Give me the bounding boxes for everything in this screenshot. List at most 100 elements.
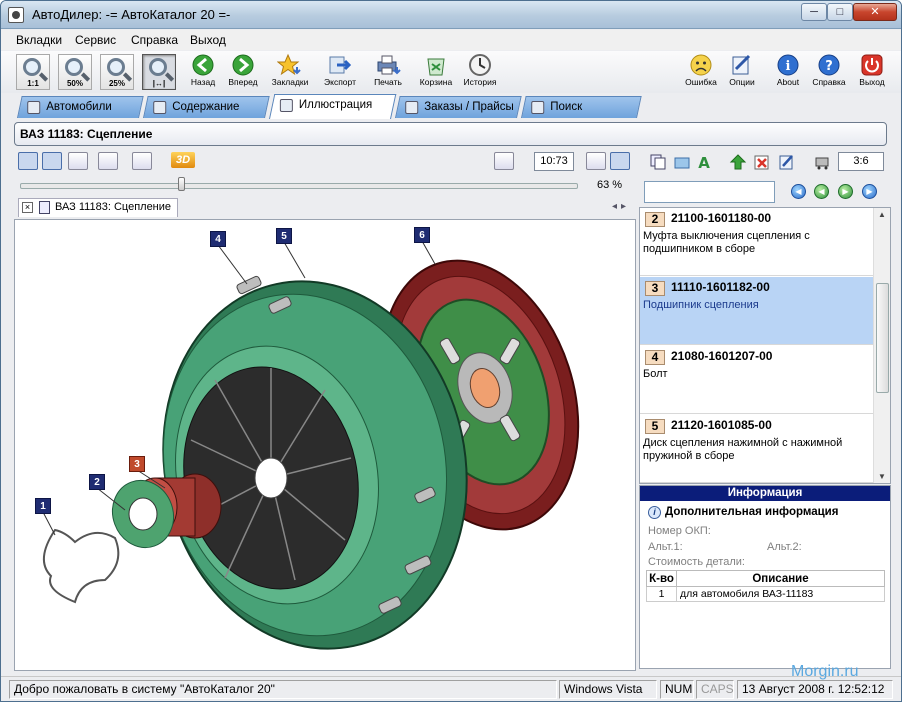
first-page-icon[interactable]: ◀ (791, 184, 806, 199)
tab-contents[interactable]: Содержание (143, 96, 270, 118)
menu-bar: Вкладки Сервис Справка Выход (1, 30, 901, 50)
part-item[interactable]: 2 21100-1601180-00 Муфта выключения сцеп… (640, 208, 873, 276)
sad-face-icon (690, 54, 712, 76)
folder-icon[interactable] (673, 153, 691, 171)
screenshot-icon[interactable] (132, 152, 152, 170)
doc-tab[interactable]: × ВАЗ 11183: Сцепление (18, 198, 178, 217)
zoom-1-1-button[interactable]: 1:1 (16, 54, 50, 90)
forward-button[interactable]: Вперед (222, 53, 264, 91)
callout-5[interactable]: 5 (276, 228, 292, 244)
app-window: АвтоДилер: -= АвтоКаталог 20 =- ─ □ ✕ Вк… (0, 0, 902, 702)
power-icon (861, 54, 883, 76)
description-header: Описание (676, 570, 885, 587)
zoom-fit-button[interactable]: |↔| (142, 54, 176, 90)
part-item-selected[interactable]: 3 11110-1601182-00 Подшипник сцепления (640, 277, 873, 345)
close-button[interactable]: ✕ (853, 3, 897, 21)
illustration-icon (279, 99, 293, 112)
status-num: NUM (660, 680, 694, 699)
status-caps: CAPS (696, 680, 734, 699)
search-icon (531, 101, 545, 114)
callout-4[interactable]: 4 (210, 231, 226, 247)
title-bar[interactable]: АвтоДилер: -= АвтоКаталог 20 =- ─ □ ✕ (1, 1, 901, 29)
zoom-50-button[interactable]: 50% (58, 54, 92, 90)
history-button[interactable]: История (459, 53, 501, 91)
print-button[interactable]: Печать (367, 53, 409, 91)
font-icon[interactable]: A (695, 153, 713, 171)
part-item[interactable]: 5 21120-1601085-00 Диск сцепления нажимн… (640, 415, 873, 483)
zoom-slider-track[interactable] (20, 183, 578, 189)
back-arrow-icon (192, 54, 214, 76)
tab-bar: Автомобили Содержание Иллюстрация Заказы… (1, 94, 901, 119)
okp-label: Номер ОКП: (648, 525, 711, 537)
scroll-up-icon[interactable]: ▲ (878, 210, 886, 219)
magnifier-icon (23, 58, 41, 76)
edit-icon[interactable] (777, 153, 795, 171)
split-view-icon[interactable] (610, 152, 630, 170)
highlight-icon[interactable] (98, 152, 118, 170)
menu-tabs[interactable]: Вкладки (16, 33, 62, 47)
scroll-thumb[interactable] (876, 283, 889, 393)
exit-button[interactable]: Выход (851, 53, 893, 91)
menu-service[interactable]: Сервис (75, 33, 116, 47)
maximize-button[interactable]: □ (827, 3, 853, 21)
window-title: АвтоДилер: -= АвтоКаталог 20 =- (32, 7, 231, 22)
tab-illustration[interactable]: Иллюстрация (269, 94, 397, 119)
cart-button[interactable]: Корзина (415, 53, 457, 91)
time-field[interactable]: 10:73 (534, 152, 574, 171)
callout-1[interactable]: 1 (35, 498, 51, 514)
parts-search-input[interactable] (644, 181, 775, 203)
qty-header: К-во (646, 570, 677, 587)
status-os: Windows Vista (559, 680, 657, 699)
cost-label: Стоимость детали: (648, 556, 745, 568)
copy-icon[interactable] (494, 152, 514, 170)
3d-button[interactable]: 3D (171, 152, 195, 168)
help-button[interactable]: ? Справка (808, 53, 850, 91)
menu-exit[interactable]: Выход (190, 33, 226, 47)
tab-orders[interactable]: Заказы / Прайсы (395, 96, 522, 118)
tab-search[interactable]: Поиск (521, 96, 642, 118)
illustration-canvas[interactable]: 1 2 3 4 5 6 (14, 219, 636, 671)
grid-tool-icon[interactable] (42, 152, 62, 170)
list-view-icon[interactable] (586, 152, 606, 170)
illustration-panel: 3D 10:73 63 % × ВАЗ 11183: Сцепление ◂▸ (14, 149, 636, 671)
magnifier-icon (149, 58, 167, 76)
toolbar: 1:1 50% 25% |↔| Назад Вперед Закладки Эк… (1, 51, 901, 93)
copy-icon[interactable] (649, 153, 667, 171)
next-page-icon[interactable]: ▶ (838, 184, 853, 199)
qty-table: К-во Описание 1 для автомобиля ВАЗ-11183 (646, 570, 885, 602)
refresh-icon[interactable] (68, 152, 88, 170)
close-doc-icon[interactable]: × (22, 202, 33, 213)
export-button[interactable]: Экспорт (319, 53, 361, 91)
page-counter[interactable]: 3:6 (838, 152, 884, 171)
tab-cars[interactable]: Автомобили (17, 96, 144, 118)
up-arrow-icon[interactable] (729, 153, 747, 171)
scroll-down-icon[interactable]: ▼ (878, 472, 886, 481)
clock-icon (469, 54, 491, 76)
retainer-clip (43, 528, 120, 604)
parts-scrollbar[interactable]: ▲ ▼ (873, 208, 890, 483)
table-row[interactable]: 1 для автомобиля ВАЗ-11183 (646, 586, 885, 602)
pointer-tool-icon[interactable] (18, 152, 38, 170)
delete-icon[interactable] (753, 153, 771, 171)
callout-2[interactable]: 2 (89, 474, 105, 490)
minimize-button[interactable]: ─ (801, 3, 827, 21)
parts-toolbar: A 3:6 (639, 149, 891, 175)
callout-3[interactable]: 3 (129, 456, 145, 472)
bookmarks-button[interactable]: Закладки (269, 53, 311, 91)
zoom-25-button[interactable]: 25% (100, 54, 134, 90)
car-icon (27, 101, 41, 114)
options-button[interactable]: Опции (721, 53, 763, 91)
info-icon: i (777, 54, 799, 76)
recycle-bin-icon (427, 58, 445, 76)
zoom-slider-thumb[interactable] (178, 177, 185, 191)
doc-nav-arrows[interactable]: ◂▸ (612, 201, 630, 212)
part-item[interactable]: 4 21080-1601207-00 Болт (640, 346, 873, 414)
callout-6[interactable]: 6 (414, 227, 430, 243)
last-page-icon[interactable]: ▶ (862, 184, 877, 199)
star-icon (277, 53, 301, 76)
prev-page-icon[interactable]: ◀ (814, 184, 829, 199)
magnifier-icon (65, 58, 83, 76)
document-icon (39, 201, 50, 214)
menu-help[interactable]: Справка (131, 33, 178, 47)
cart-icon[interactable] (813, 153, 831, 171)
